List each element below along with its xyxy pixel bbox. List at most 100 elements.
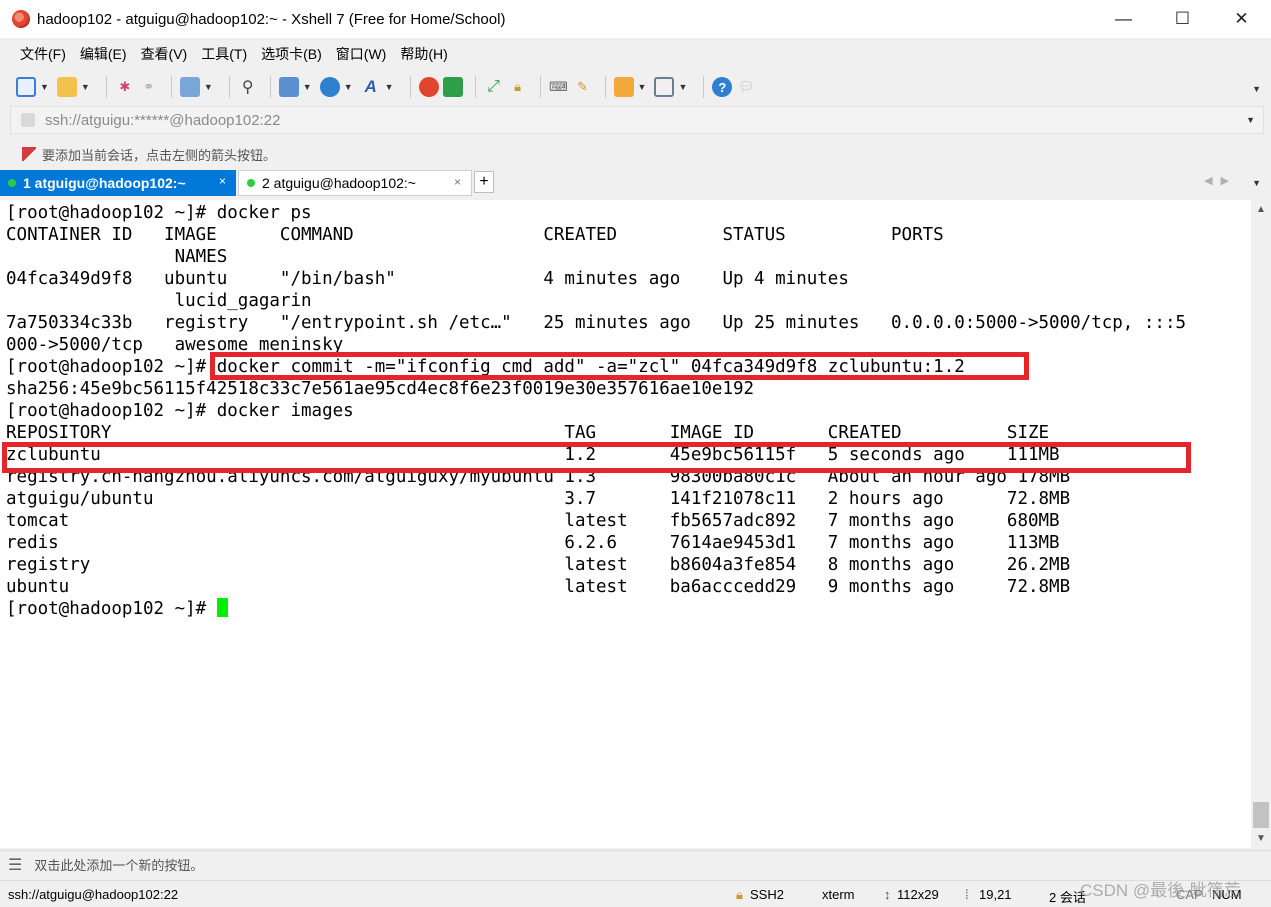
chevron-down-icon[interactable]: ▼ [204, 82, 213, 92]
status-connection: ssh://atguigu@hadoop102:22 [8, 887, 179, 902]
scroll-down-icon[interactable]: ▼ [1256, 833, 1266, 844]
chevron-down-icon[interactable]: ▼ [385, 82, 394, 92]
title-bar: hadoop102 - atguigu@hadoop102:~ - Xshell… [0, 0, 1271, 38]
terminal-prompt-line: [root@hadoop102 ~]# [6, 598, 228, 620]
scroll-up-icon[interactable]: ▲ [1256, 204, 1266, 215]
font-icon[interactable]: A [361, 77, 381, 97]
xftp-icon[interactable] [418, 77, 439, 97]
resize-icon: ↕ [884, 887, 891, 902]
find-icon[interactable]: ⚲ [238, 77, 258, 97]
tab-label: 2 atguigu@hadoop102:~ [262, 175, 416, 191]
chevron-down-icon[interactable]: ▼ [1252, 178, 1261, 188]
tab-session-2[interactable]: 2 atguigu@hadoop102:~ × [238, 170, 472, 196]
properties-icon[interactable] [179, 77, 200, 97]
toolbar-separator [604, 76, 606, 98]
transfer-icon[interactable] [278, 77, 299, 97]
chevron-down-icon[interactable]: ▼ [40, 82, 49, 92]
keyboard-icon[interactable]: ⌨ [549, 77, 569, 97]
status-protocol: SSH2 [750, 887, 784, 902]
status-size: 112x29 [897, 887, 939, 902]
terminal-line: [root@hadoop102 ~]# docker images [6, 401, 354, 421]
xshell-green-icon[interactable] [442, 77, 463, 97]
chevron-down-icon[interactable]: ▼ [638, 82, 647, 92]
compose-icon[interactable]: ✎ [573, 77, 593, 97]
terminal-line: [root@hadoop102 ~]# docker ps [6, 203, 312, 223]
chevron-down-icon[interactable]: ▼ [303, 82, 312, 92]
minimize-button[interactable]: — [1094, 0, 1153, 38]
terminal-line: 7a750334c33b registry "/entrypoint.sh /e… [6, 313, 1187, 333]
menu-file[interactable]: 文件(F) [20, 44, 66, 64]
address-bar[interactable]: ssh://atguigu:******@hadoop102:22 ▼ [10, 106, 1264, 134]
lock-icon [21, 113, 35, 127]
xshell-logo-icon [12, 10, 30, 28]
new-image-row-highlight [2, 442, 1191, 473]
terminal-line: CONTAINER ID IMAGE COMMAND CREATED STATU… [6, 225, 944, 245]
quick-command-bar[interactable]: ☰ 双击此处添加一个新的按钮。 [0, 850, 1271, 878]
chevron-down-icon[interactable]: ▼ [344, 82, 353, 92]
terminal-cursor [216, 598, 228, 617]
address-text: ssh://atguigu:******@hadoop102:22 [45, 111, 281, 129]
toolbar: ▼ ▼ ✱ ⚭ ▼ ⚲ ▼ ▼ A ▼ ⤢ 🔒︎ ⌨ ✎ ▼ ▼ ? 💬︎ ▼ [0, 70, 1271, 104]
help-icon[interactable]: ? [712, 77, 733, 97]
terminal-output[interactable]: [root@hadoop102 ~]# docker ps CONTAINER … [0, 200, 1251, 848]
terminal-line: registry latest b8604a3fe854 8 months ag… [6, 555, 1071, 575]
chevron-down-icon[interactable]: ▼ [81, 82, 90, 92]
tab-scroll-arrows[interactable]: ◀▶ [1204, 174, 1237, 187]
close-button[interactable]: ✕ [1212, 0, 1271, 38]
terminal-line: 04fca349d9f8 ubuntu "/bin/bash" 4 minute… [6, 269, 849, 289]
menu-window[interactable]: 窗口(W) [336, 44, 387, 64]
chat-icon[interactable]: 💬︎ [736, 77, 756, 97]
terminal-line: tomcat latest fb5657adc892 7 months ago … [6, 511, 1060, 531]
terminal-line: REPOSITORY TAG IMAGE ID CREATED SIZE [6, 423, 1050, 443]
terminal-line: redis 6.2.6 7614ae9453d1 7 months ago 11… [6, 533, 1060, 553]
session-hint-text: 要添加当前会话，点击左侧的箭头按钮。 [42, 147, 277, 163]
add-tab-button[interactable]: + [474, 171, 494, 193]
menu-help[interactable]: 帮助(H) [400, 44, 447, 64]
menu-edit[interactable]: 编辑(E) [80, 44, 127, 64]
menu-bar: 文件(F) 编辑(E) 查看(V) 工具(T) 选项卡(B) 窗口(W) 帮助(… [0, 38, 1271, 70]
chevron-down-icon[interactable]: ▼ [678, 82, 687, 92]
open-folder-icon[interactable] [56, 77, 77, 97]
terminal-scrollbar[interactable]: ▲ ▼ [1251, 200, 1271, 848]
menu-tools[interactable]: 工具(T) [201, 44, 247, 64]
toolbar-separator [474, 76, 476, 98]
commit-command-highlight [210, 352, 1029, 380]
close-icon[interactable]: × [454, 175, 461, 189]
menu-lines-icon[interactable]: ☰ [8, 855, 22, 875]
status-cursor-position: 19,21 [979, 887, 1012, 902]
layout-icon[interactable] [613, 77, 634, 97]
cursor-position-icon: ⁞ [965, 887, 969, 902]
tab-label: 1 atguigu@hadoop102:~ [23, 175, 186, 191]
reconnect-icon[interactable]: ⚭ [139, 77, 159, 97]
fullscreen-icon[interactable]: ⤢ [484, 77, 504, 97]
toolbar-separator [228, 76, 230, 98]
new-session-icon[interactable] [16, 77, 36, 97]
terminal-line: sha256:45e9bc56115f42518c33c7e561ae95cd4… [6, 379, 755, 399]
session-hint-bar: 要添加当前会话，点击左侧的箭头按钮。 [0, 140, 1271, 168]
connected-status-icon [8, 179, 16, 187]
flag-icon[interactable] [22, 147, 36, 161]
tab-bar: 1 atguigu@hadoop102:~ × 2 atguigu@hadoop… [0, 170, 1271, 196]
quick-command-hint: 双击此处添加一个新的按钮。 [34, 858, 204, 873]
close-icon[interactable]: × [219, 174, 226, 188]
window-title: hadoop102 - atguigu@hadoop102:~ - Xshell… [37, 10, 506, 28]
toolbar-separator [409, 76, 411, 98]
connected-status-icon [247, 179, 255, 187]
chevron-down-icon[interactable]: ▼ [1246, 115, 1255, 125]
terminal-line: atguigu/ubuntu 3.7 141f21078c11 2 hours … [6, 489, 1071, 509]
menu-view[interactable]: 查看(V) [141, 44, 188, 64]
globe-icon[interactable] [319, 77, 340, 97]
scrollbar-thumb[interactable] [1253, 802, 1269, 828]
tab-session-1[interactable]: 1 atguigu@hadoop102:~ × [0, 170, 236, 196]
toolbar-overflow-icon[interactable]: ▼ [1252, 84, 1261, 94]
tile-icon[interactable] [654, 77, 675, 97]
lock-icon: 🔒︎ [736, 887, 743, 902]
status-terminal-type: xterm [822, 887, 855, 902]
maximize-button[interactable]: ☐ [1153, 0, 1212, 38]
terminal-prompt: [root@hadoop102 ~]# [6, 599, 217, 619]
toolbar-separator [105, 76, 107, 98]
disconnect-icon[interactable]: ✱ [115, 77, 135, 97]
menu-tabs[interactable]: 选项卡(B) [261, 44, 322, 64]
lock-icon[interactable]: 🔒︎ [508, 77, 528, 97]
toolbar-separator [539, 76, 541, 98]
